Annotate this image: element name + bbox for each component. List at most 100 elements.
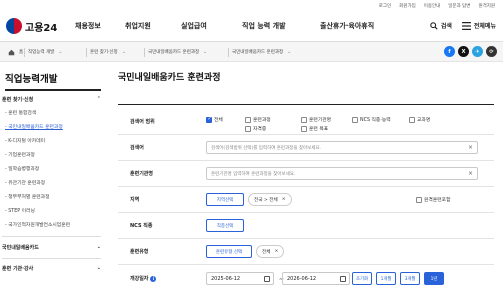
breadcrumb-home-label: 홈 — [19, 50, 24, 55]
training-type-label: 훈련유형 — [130, 249, 149, 255]
breadcrumb-home[interactable]: 홈 — [8, 42, 23, 62]
logo-text: 고용24 — [25, 22, 58, 34]
side-nav-section-institute-instructor[interactable]: 훈련 기관·강사 ⌄ — [2, 265, 101, 272]
side-nav-item-ministry[interactable]: - 청부부처별 훈련과정 — [5, 193, 50, 200]
facebook-icon[interactable]: f — [444, 46, 455, 57]
header: 고용24 채용정보 취업지원 실업급여 직업 능력 개발 출산휴가·육아휴직 검… — [0, 12, 503, 42]
period-button-1m[interactable]: 1개월 — [376, 272, 396, 285]
chevron-down-icon: ⌄ — [121, 49, 126, 55]
scope-option-institute[interactable]: 훈련기관명 — [301, 116, 331, 123]
region-chip: 전국 > 전체 × — [248, 193, 292, 206]
date-value: 2025-06-12 — [211, 275, 241, 282]
share-icon[interactable]: ⟳ — [486, 46, 497, 57]
period-button-1y[interactable]: 1년 — [424, 272, 444, 285]
chevron-down-icon: ⌄ — [96, 244, 101, 250]
scope-option-subject[interactable]: 교과명 — [409, 116, 430, 123]
divider — [5, 89, 101, 91]
gnb-item-unemployment-benefit[interactable]: 실업급여 — [181, 21, 207, 31]
home-icon — [8, 49, 15, 55]
all-menu-button[interactable]: 전체메뉴 — [461, 21, 496, 30]
date-value: 2026-06-12 — [287, 275, 317, 282]
ncs-row: NCS 직종 직종선택 — [118, 213, 494, 239]
signup-link[interactable]: 회원가입 — [399, 3, 416, 9]
scope-option-all[interactable]: 전체 — [206, 116, 223, 123]
logo[interactable]: 고용24 — [6, 18, 57, 34]
institute-label: 훈련기관명 — [130, 171, 154, 177]
breadcrumb-label: 훈련 찾기·신청 — [90, 50, 118, 55]
checkbox-icon — [409, 116, 415, 123]
side-nav: 직업능력개발 훈련 찾기·신청 ⌃ - 훈련 통합검색 - 국민내일배움카드 훈… — [0, 62, 103, 294]
keyword-input[interactable]: 검색어(검색범위 선택)를 입력하여 훈련과정을 찾아보세요. × — [206, 141, 478, 154]
option-label: 원격훈련포함 — [424, 198, 451, 203]
option-label: 교과명 — [417, 118, 431, 123]
page-title: 국민내일배움카드 훈련과정 — [118, 73, 221, 83]
institute-placeholder: 훈련기관명 입력하여 훈련과정을 찾아보세요. — [211, 171, 296, 177]
institute-row: 훈련기관명 훈련기관명 입력하여 훈련과정을 찾아보세요. × — [118, 161, 494, 187]
side-nav-item-naeil-card[interactable]: - 국민내일배움카드 훈련과정 — [5, 123, 63, 130]
divider — [144, 48, 145, 57]
region-label: 지역 — [130, 197, 140, 203]
side-nav-section-naeil-card[interactable]: 국민내일배움카드 ⌄ — [2, 244, 101, 251]
scope-option-course[interactable]: 훈련과정 — [245, 116, 271, 123]
breadcrumb-item-1[interactable]: 직업능력 개발 ⌄ — [24, 42, 63, 62]
clear-icon[interactable]: × — [468, 144, 473, 151]
chip-label: 전체 — [262, 249, 271, 255]
clear-icon[interactable]: × — [468, 170, 473, 177]
side-nav-section-search-apply[interactable]: 훈련 찾기·신청 ⌃ — [2, 96, 101, 103]
start-date-to[interactable]: 2026-06-12 — [282, 272, 350, 285]
remote-support-link[interactable]: 원격지원 — [478, 3, 495, 9]
chevron-down-icon: ⌄ — [96, 265, 101, 271]
start-date-from[interactable]: 2025-06-12 — [206, 272, 274, 285]
training-type-button[interactable]: 훈련유형 선택 — [206, 245, 252, 258]
checkbox-icon — [301, 116, 307, 123]
gnb-item-jobs[interactable]: 채용정보 — [75, 21, 101, 31]
scope-option-certificate[interactable]: 자격증 — [245, 125, 266, 132]
checkbox-icon — [301, 125, 307, 132]
breadcrumb-item-2[interactable]: 훈련 찾기·신청 ⌄ — [86, 42, 126, 62]
institute-input[interactable]: 훈련기관명 입력하여 훈련과정을 찾아보세요. × — [206, 167, 478, 180]
start-date-label-text: 개강일자 — [130, 276, 149, 282]
period-button-reset[interactable]: 조기화 — [352, 272, 372, 285]
period-button-3m[interactable]: 3개월 — [400, 272, 420, 285]
side-nav-item-step-elearning[interactable]: - STEP 이러닝 — [5, 207, 35, 214]
divider — [24, 48, 25, 57]
search-label: 검색 — [440, 23, 452, 30]
side-nav-item-related-org[interactable]: - 유관기관 훈련과정 — [5, 179, 45, 186]
gnb-item-vocational-training[interactable]: 직업 능력 개발 — [242, 21, 286, 31]
divider — [86, 48, 87, 57]
search-button[interactable]: 검색 — [430, 21, 452, 30]
share-buttons: f X ✈ ⟳ — [444, 46, 497, 57]
side-nav-item-integrated-search[interactable]: - 훈련 통합검색 — [5, 109, 36, 116]
breadcrumb-item-3[interactable]: 국민내일배움카드 훈련과정 ⌄ — [144, 42, 207, 62]
option-label: 자격증 — [253, 127, 267, 132]
scope-option-ncs[interactable]: NCS 직종·능력 — [352, 116, 391, 123]
breadcrumb: 홈 직업능력 개발 ⌄ 훈련 찾기·신청 ⌄ 국민내일배움카드 훈련과정 ⌄ 국… — [0, 42, 503, 62]
scope-option-goal[interactable]: 훈련 목표 — [301, 125, 328, 132]
breadcrumb-label: 직업능력 개발 — [28, 50, 55, 55]
checkbox-icon — [352, 116, 358, 123]
gnb-item-employment-support[interactable]: 취업지원 — [125, 21, 151, 31]
side-nav-item-k-digital[interactable]: - K-디지털 아카데미 — [5, 137, 45, 144]
taegeuk-icon — [6, 18, 22, 34]
remove-icon[interactable]: × — [274, 249, 278, 254]
x-icon[interactable]: X — [458, 46, 469, 57]
side-nav-item-company-training[interactable]: - 기업훈련과정 — [5, 151, 35, 158]
side-nav-item-work-study[interactable]: - 일학습병행과정 — [5, 165, 39, 172]
faq-link[interactable]: 일문과 답변 — [448, 3, 470, 9]
checkbox-icon — [245, 125, 251, 132]
training-type-row: 훈련유형 훈련유형 선택 전체 × — [118, 239, 494, 265]
chevron-down-icon: ⌄ — [58, 49, 63, 55]
gnb-item-parental-leave[interactable]: 출산휴가·육아휴직 — [320, 21, 374, 31]
region-select-button[interactable]: 지역선택 — [206, 193, 244, 206]
guide-link[interactable]: 이용안내 — [424, 3, 441, 9]
remove-icon[interactable]: × — [282, 197, 286, 202]
breadcrumb-item-4[interactable]: 국민내일배움카드 훈련과정 ⌄ — [228, 42, 291, 62]
telegram-icon[interactable]: ✈ — [472, 46, 483, 57]
side-nav-item-consortium[interactable]: - 국가인적자원개발컨소시엄훈련 — [5, 221, 70, 228]
remote-training-checkbox[interactable]: 원격훈련포함 — [416, 196, 450, 203]
ncs-select-button[interactable]: 직종선택 — [206, 219, 244, 232]
search-form: 검색어 범위 전체 훈련과정 훈련기관명 NCS 직종·능력 교과명 자격증 훈… — [118, 104, 494, 293]
login-link[interactable]: 로그인 — [379, 3, 391, 9]
calendar-icon — [264, 276, 270, 282]
info-icon[interactable]: i — [150, 275, 157, 282]
